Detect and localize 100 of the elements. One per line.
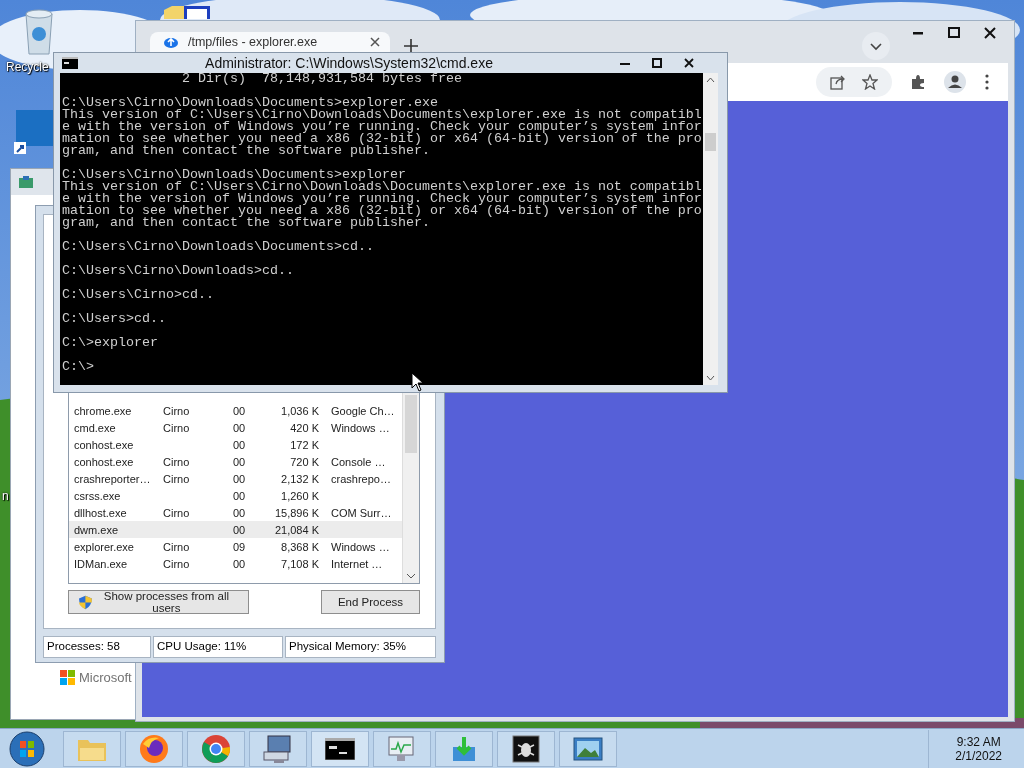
status-text: Physical Memory: 35% <box>285 636 436 658</box>
console-line: This version of C:\Users\Cirno\Downloads\Documents\explorer.exe is not compatibl <box>62 109 703 121</box>
close-icon[interactable] <box>684 58 694 68</box>
bug-icon[interactable] <box>497 730 555 767</box>
brand-name: Microsoft <box>79 670 132 685</box>
table-cell-text: 00 <box>233 489 247 502</box>
chevron-down-icon[interactable] <box>862 32 890 60</box>
status-text: Processes: 58 <box>43 636 151 658</box>
maximize-icon[interactable] <box>948 27 960 39</box>
console-line: C:\Users>cd.. <box>62 313 167 325</box>
arrow-down-icon[interactable] <box>406 573 416 579</box>
console-line: gram, and then contact the software publisher. <box>62 145 431 157</box>
table-cell-text: COM Surr… <box>330 506 393 519</box>
console-line: 2 Dir(s) 78,148,931,584 bytes free <box>180 73 463 85</box>
close-icon[interactable] <box>370 37 380 47</box>
table-cell-text: 172 K <box>289 438 319 451</box>
process-row[interactable]: dwm.exe 00 21,084 K <box>69 521 402 538</box>
process-row[interactable]: explorer.exe Cirno 09 8,368 K Windows … <box>69 538 402 555</box>
console-line: gram, and then contact the software publisher. <box>62 217 431 229</box>
process-row[interactable]: cmd.exe Cirno 00 420 K Windows … <box>69 419 402 436</box>
console-line: C:\Users\Cirno\Downloads\Documents>cd.. <box>62 241 375 253</box>
profile-icon[interactable] <box>944 71 966 93</box>
table-cell-text: 00 <box>233 438 247 451</box>
show-processes-button[interactable]: Show processes from all users <box>68 590 249 614</box>
share-icon[interactable] <box>830 74 846 90</box>
table-cell-text: 00 <box>233 557 247 570</box>
table-cell-text: 00 <box>233 421 247 434</box>
arrow-up-icon[interactable] <box>706 77 715 83</box>
table-cell-text: dllhost.exe <box>74 506 128 519</box>
table-cell-text: 00 <box>233 506 247 519</box>
table-cell-text: 720 K <box>289 455 319 468</box>
terminal-icon <box>62 57 78 69</box>
app-icon <box>19 176 33 188</box>
console-line: This version of C:\Users\Cirno\Downloads\Documents\explorer.exe is not compatibl <box>62 181 703 193</box>
scrollbar-thumb[interactable] <box>405 395 417 453</box>
shortcut-icon[interactable] <box>14 110 54 156</box>
table-cell-text: 420 K <box>289 421 319 434</box>
table-cell-text: Cirno <box>163 455 191 468</box>
table-cell-text: crashreporter… <box>74 472 152 485</box>
console-line: C:\Users\Cirno\Downloads\Documents>explorer.exe <box>62 97 438 109</box>
table-cell-text: 1,036 K <box>280 404 319 417</box>
clock-time: 9:32 AM <box>956 734 1001 749</box>
computer-icon[interactable] <box>249 730 307 767</box>
new-tab-icon[interactable] <box>404 39 418 53</box>
table-cell-text: 2,132 K <box>280 472 319 485</box>
puzzle-icon[interactable] <box>910 74 926 90</box>
table-cell-text: explorer.exe <box>74 540 135 553</box>
table-cell-text: Cirno <box>163 472 191 485</box>
process-row[interactable]: dllhost.exe Cirno 00 15,896 K COM Surr… <box>69 504 402 521</box>
console-line: C:\Users\Cirno\Downloads>cd.. <box>62 265 295 277</box>
process-row[interactable]: IDMan.exe Cirno 00 7,108 K Internet … <box>69 555 402 572</box>
table-cell-text: Google Ch… <box>330 404 396 417</box>
address-bar[interactable] <box>816 67 892 97</box>
table-cell-text: 00 <box>233 472 247 485</box>
browser-icon[interactable] <box>187 730 245 767</box>
status-text: CPU Usage: 11% <box>153 636 283 658</box>
table-cell-text: 8,368 K <box>280 540 319 553</box>
image-icon[interactable] <box>559 730 617 767</box>
table-cell-text: crashrepo… <box>330 472 392 485</box>
start-icon[interactable] <box>9 730 45 767</box>
table-cell-text: 15,896 K <box>273 506 319 519</box>
window-title: Administrator: C:\Windows\System32\cmd.exe <box>204 55 494 71</box>
process-row[interactable]: csrss.exe 00 1,260 K <box>69 487 402 504</box>
table-cell-text: chrome.exe <box>74 404 133 417</box>
process-row[interactable]: crashreporter… Cirno 00 2,132 K crashrepo… <box>69 470 402 487</box>
close-icon[interactable] <box>984 27 996 39</box>
scrollbar-thumb[interactable] <box>705 133 716 151</box>
windows-logo-icon <box>60 670 75 685</box>
table-cell-text: Cirno <box>163 540 191 553</box>
console-line: C:\Users\Cirno>cd.. <box>62 289 215 301</box>
table-cell-text: 09 <box>233 540 247 553</box>
table-cell-text: Cirno <box>163 404 191 417</box>
process-row[interactable]: conhost.exe Cirno 00 720 K Console … <box>69 453 402 470</box>
end-process-button[interactable]: End Process <box>321 590 420 614</box>
shield-icon <box>79 594 92 610</box>
process-row[interactable]: conhost.exe 00 172 K <box>69 436 402 453</box>
console-line: C:\>explorer <box>62 337 159 349</box>
table-cell-text: 1,260 K <box>280 489 319 502</box>
terminal-icon[interactable] <box>311 730 369 767</box>
scrollbar[interactable] <box>703 73 718 385</box>
browser-tab[interactable]: /tmp/files - explorer.exe <box>150 32 390 52</box>
cloud-upload-icon <box>164 36 178 48</box>
globe-icon[interactable] <box>125 730 183 767</box>
clock-date: 2/1/2022 <box>955 748 1002 763</box>
desktop-icon-label[interactable]: n <box>2 489 9 503</box>
table-cell-text: 21,084 K <box>273 523 319 536</box>
table-cell-text: conhost.exe <box>74 438 135 451</box>
console-line: C:\Users\Cirno\Downloads\Documents>explorer <box>62 169 406 181</box>
table-cell-text: Windows … <box>330 540 391 553</box>
table-cell-text: 00 <box>233 523 247 536</box>
console-line: C:\> <box>62 361 95 373</box>
star-icon[interactable] <box>862 74 878 90</box>
trash-icon[interactable] <box>22 8 56 56</box>
clock[interactable]: 9:32 AM 2/1/2022 <box>928 729 1024 768</box>
process-row[interactable]: chrome.exe Cirno 00 1,036 K Google Ch… <box>69 402 402 419</box>
table-cell-text: Internet … <box>330 557 384 570</box>
maximize-icon[interactable] <box>652 58 662 68</box>
arrow-down-icon[interactable] <box>706 375 715 381</box>
menu-icon[interactable] <box>984 74 990 90</box>
table-cell-text: cmd.exe <box>74 421 117 434</box>
